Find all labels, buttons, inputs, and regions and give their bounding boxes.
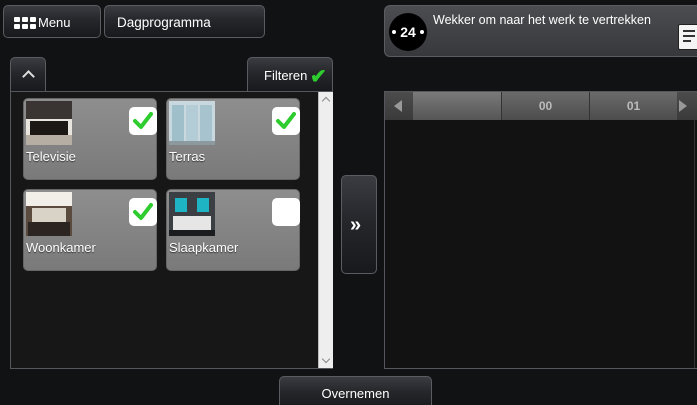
room-thumbnail — [26, 101, 72, 145]
room-checkbox[interactable] — [272, 198, 300, 226]
collapse-up-button[interactable] — [10, 57, 46, 92]
menu-label: Menu — [38, 15, 71, 30]
room-thumbnail — [26, 192, 72, 236]
room-name: Televisie — [26, 149, 76, 164]
alarm-badge-text: 24 — [400, 24, 416, 40]
grid-menu-icon — [14, 17, 36, 30]
apply-button[interactable]: Overnemen — [279, 376, 432, 405]
room-thumbnail — [169, 101, 215, 145]
timeline-next-button[interactable] — [677, 92, 697, 120]
transfer-button[interactable]: » — [341, 175, 377, 274]
room-name: Woonkamer — [26, 240, 96, 255]
app-screen: Menu Dagprogramma 24 Wekker om naar het … — [0, 0, 697, 405]
checkmark-icon — [133, 203, 153, 220]
day-program-button[interactable]: Dagprogramma — [104, 5, 265, 38]
checkmark-icon — [276, 112, 296, 129]
double-chevron-right-icon: » — [350, 214, 361, 236]
checkmark-icon: ✔ — [310, 66, 327, 88]
room-list-scrollbar[interactable] — [318, 92, 333, 368]
room-checkbox[interactable] — [129, 107, 157, 135]
timeline-hour: 01 — [589, 92, 677, 120]
clock-24-icon: 24 — [389, 13, 427, 51]
room-tile-terras[interactable]: Terras — [166, 98, 300, 180]
room-thumbnail — [169, 192, 215, 236]
apply-label: Overnemen — [321, 386, 390, 401]
timeline-panel: 00 01 — [384, 91, 697, 369]
room-tile-televisie[interactable]: Televisie — [23, 98, 157, 180]
checkmark-icon — [133, 112, 153, 129]
filter-button[interactable]: Filteren ✔ — [247, 57, 333, 92]
timeline-header: 00 01 — [385, 92, 697, 120]
timeline-prev-button[interactable] — [385, 92, 413, 120]
room-list-panel: Televisie Terras Woonkamer Slaapkamer — [10, 91, 333, 369]
day-program-label: Dagprogramma — [117, 15, 211, 30]
alarm-title: Wekker om naar het werk te vertrekken — [433, 13, 651, 27]
room-checkbox[interactable] — [272, 107, 300, 135]
timeline-divider — [694, 120, 695, 368]
arrow-right-icon — [679, 100, 687, 112]
room-name: Terras — [169, 149, 206, 164]
scroll-down-icon[interactable] — [321, 354, 331, 364]
chevron-up-icon — [22, 70, 35, 83]
arrow-left-icon — [394, 100, 402, 112]
alarm-header: 24 Wekker om naar het werk te vertrekken — [384, 5, 697, 57]
scroll-up-icon[interactable] — [321, 96, 331, 106]
room-name: Slaapkamer — [169, 240, 239, 255]
edit-note-icon[interactable] — [678, 24, 697, 50]
room-tile-woonkamer[interactable]: Woonkamer — [23, 189, 157, 271]
menu-button[interactable]: Menu — [3, 5, 101, 38]
room-tile-slaapkamer[interactable]: Slaapkamer — [166, 189, 300, 271]
timeline-hour: 00 — [501, 92, 589, 120]
filter-label: Filteren — [264, 68, 308, 83]
timeline-spacer — [413, 92, 501, 120]
room-checkbox[interactable] — [129, 198, 157, 226]
